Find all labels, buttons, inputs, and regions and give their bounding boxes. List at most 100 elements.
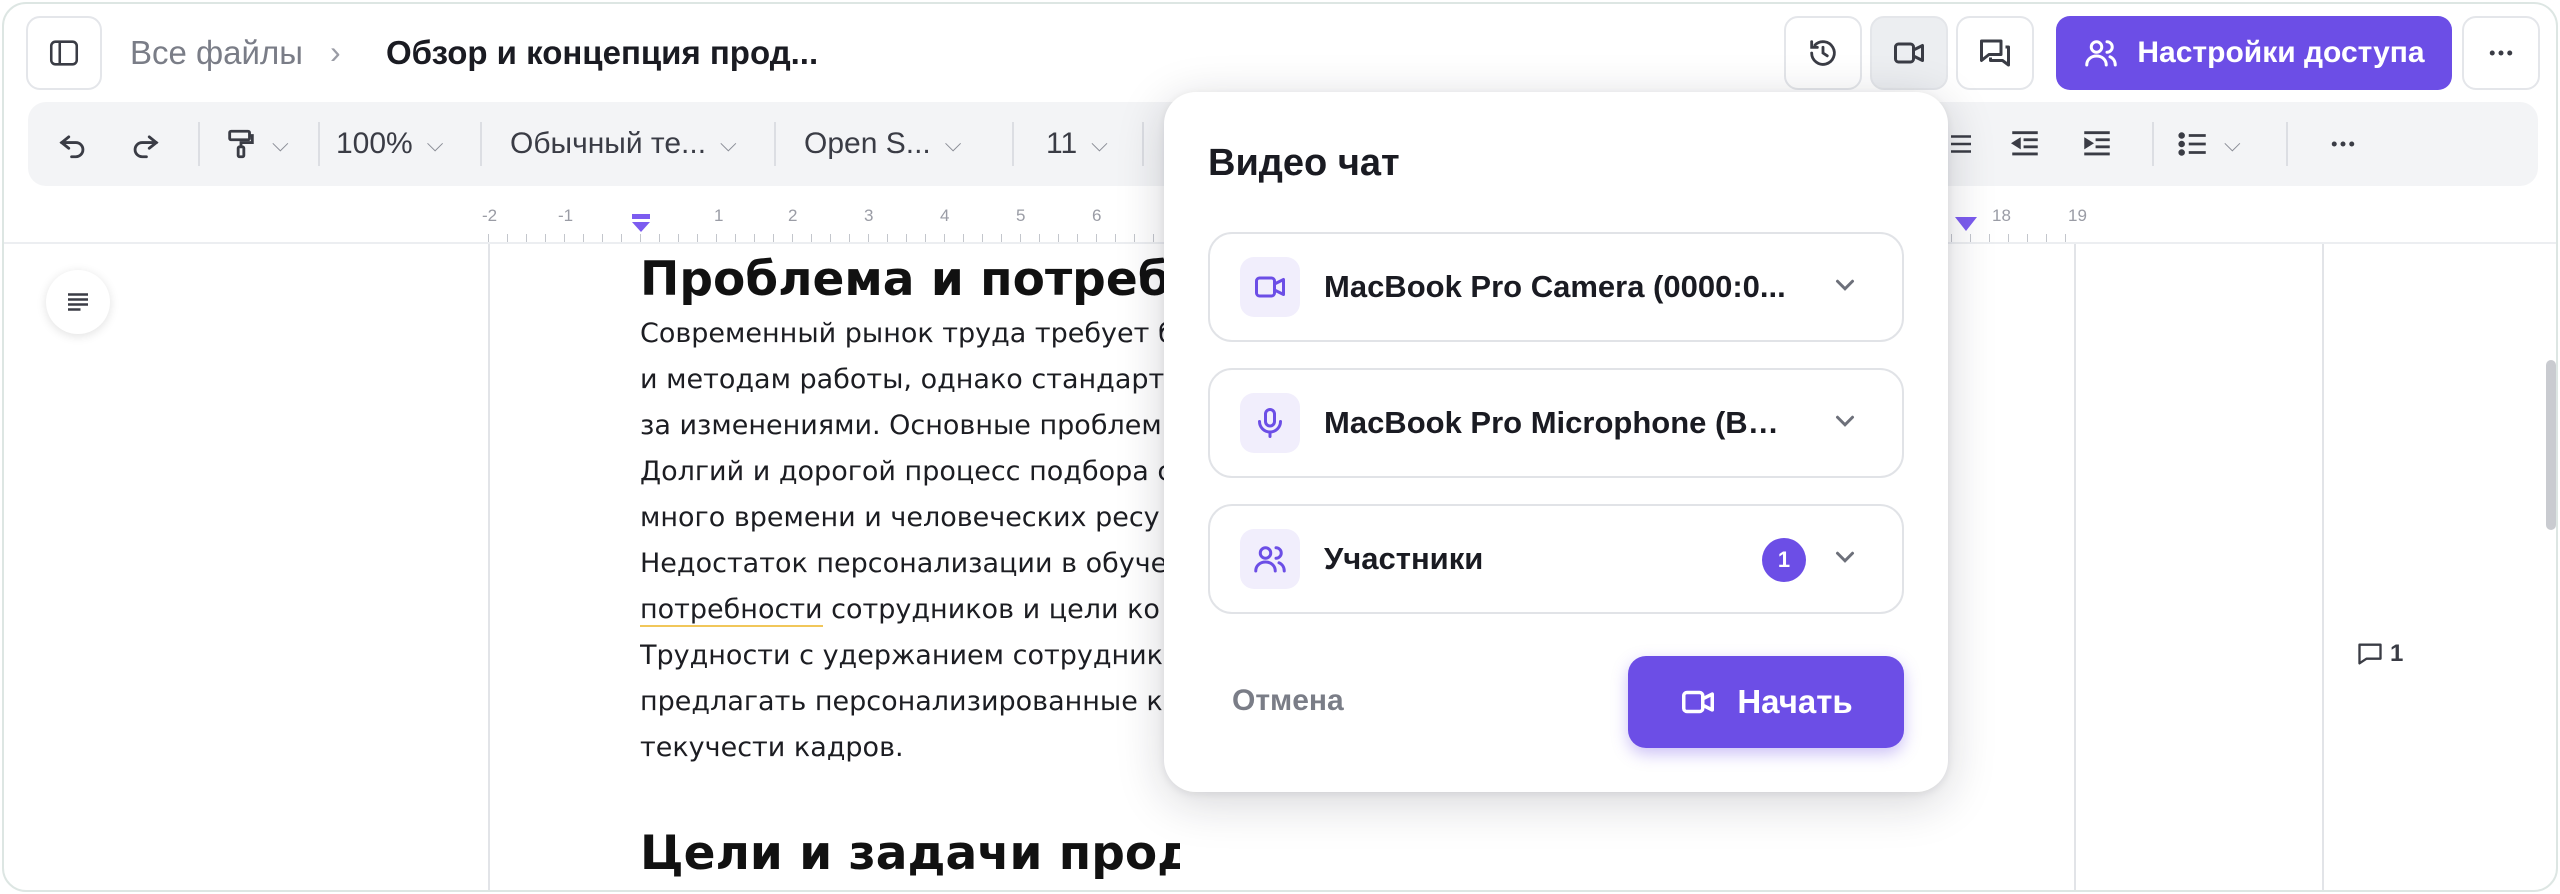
ruler-label: 3 — [864, 206, 874, 225]
ruler-tick — [716, 234, 717, 242]
ruler-tick — [2065, 234, 2066, 242]
heading-problem: Проблема и потребн — [640, 252, 1180, 307]
ruler-tick — [488, 234, 489, 242]
ruler-label: 5 — [1016, 206, 1026, 225]
ruler-tick — [621, 234, 622, 242]
breadcrumb-separator: › — [330, 34, 341, 70]
ruler-tick — [1001, 234, 1002, 242]
text-style-select[interactable]: Обычный те... ⌵ — [510, 102, 737, 186]
microphone-select-value: MacBook Pro Microphone (Buil... — [1324, 405, 1794, 440]
text-style-value: Обычный те... — [510, 127, 707, 160]
zoom-value: 100% — [336, 127, 413, 160]
ruler-tick — [1020, 234, 1021, 242]
comment-icon — [2358, 643, 2382, 665]
redo-button[interactable] — [128, 102, 162, 186]
comments-button[interactable] — [1956, 16, 2034, 90]
chevron-down-icon: ⌵ — [272, 131, 289, 156]
align-justify-button[interactable] — [1946, 102, 1976, 186]
font-size-select[interactable]: 11 ⌵ — [1046, 102, 1108, 186]
page-right-edge — [2074, 244, 2076, 890]
ruler-label: 19 — [2068, 206, 2087, 225]
camera-select-value: MacBook Pro Camera (0000:0... — [1324, 269, 1786, 304]
font-family-select[interactable]: Open S... ⌵ — [804, 102, 961, 186]
start-call-button[interactable]: Начать — [1628, 656, 1904, 748]
left-indent-marker-icon[interactable] — [630, 212, 652, 234]
toolbar-divider — [1142, 122, 1144, 166]
participants-select[interactable]: Участники 1 — [1208, 504, 1904, 614]
ruler-tick — [1989, 234, 1990, 242]
video-camera-icon — [1255, 276, 1285, 298]
paragraph-line: Долгий и дорогой процесс подбора с — [640, 456, 1173, 487]
outdent-button[interactable] — [2008, 102, 2042, 186]
outline-list-icon — [68, 293, 88, 311]
microphone-icon — [1258, 408, 1282, 438]
align-justify-icon — [1951, 135, 1971, 153]
ruler-label: 2 — [788, 206, 798, 225]
undo-icon — [59, 135, 85, 159]
toolbar-divider — [2286, 122, 2288, 166]
breadcrumb-all-files[interactable]: Все файлы — [130, 34, 303, 72]
popup-title: Видео чат — [1208, 142, 1400, 184]
bulleted-list-icon — [2178, 132, 2206, 156]
ruler-label: 18 — [1992, 206, 2011, 225]
ruler-tick — [773, 234, 774, 242]
commented-text[interactable]: потребности — [640, 594, 823, 627]
ruler-tick — [906, 234, 907, 242]
camera-select[interactable]: MacBook Pro Camera (0000:0... — [1208, 232, 1904, 342]
cancel-button[interactable]: Отмена — [1232, 684, 1344, 718]
ruler-tick — [1951, 234, 1952, 242]
comment-indicator[interactable]: 1 — [2356, 640, 2403, 668]
undo-button[interactable] — [56, 102, 90, 186]
video-camera-icon — [1682, 690, 1715, 714]
ruler-tick — [1058, 234, 1059, 242]
comments-gutter-edge — [2322, 244, 2324, 890]
ruler-tick — [1153, 234, 1154, 242]
format-painter-button[interactable]: ⌵ — [224, 102, 289, 186]
video-chat-button[interactable] — [1870, 16, 1948, 90]
vertical-scrollbar[interactable] — [2546, 360, 2556, 530]
list-style-select[interactable]: ⌵ — [2176, 102, 2241, 186]
ruler-tick — [507, 234, 508, 242]
history-button[interactable] — [1784, 16, 1862, 90]
document-title[interactable]: Обзор и концепция прод... — [386, 34, 818, 72]
document-outline-button[interactable] — [46, 270, 110, 334]
sidebar-icon — [49, 40, 79, 66]
more-options-button[interactable] — [2462, 16, 2540, 90]
font-family-value: Open S... — [804, 127, 931, 160]
ruler-tick — [678, 234, 679, 242]
paragraph-line: потребности сотрудников и цели ко — [640, 594, 1160, 627]
document-body[interactable]: Проблема и потребн Современный рынок тру… — [640, 244, 1180, 890]
paragraph-line: предлагать персонализированные к — [640, 686, 1163, 717]
ruler-tick — [754, 234, 755, 242]
access-settings-button[interactable]: Настройки доступа — [2056, 16, 2452, 90]
microphone-select[interactable]: MacBook Pro Microphone (Buil... — [1208, 368, 1904, 478]
toolbar-more-button[interactable] — [2328, 102, 2358, 186]
ruler-tick — [1970, 234, 1971, 242]
redo-icon — [133, 135, 159, 159]
ruler-tick — [849, 234, 850, 242]
paragraph-line: Недостаток персонализации в обуче — [640, 548, 1168, 579]
indent-button[interactable] — [2080, 102, 2114, 186]
ruler-label: 1 — [714, 206, 724, 225]
ruler-tick — [697, 234, 698, 242]
ruler-label: 4 — [940, 206, 950, 225]
toolbar-divider — [2152, 122, 2154, 166]
sidebar-toggle-button[interactable] — [26, 16, 102, 90]
ruler-tick — [735, 234, 736, 242]
ruler-tick — [868, 234, 869, 242]
ruler-tick — [792, 234, 793, 242]
chevron-down-icon: ⌵ — [720, 131, 737, 156]
ruler-tick — [526, 234, 527, 242]
more-horizontal-icon — [2331, 141, 2355, 147]
right-indent-marker-icon[interactable] — [1954, 216, 1978, 232]
zoom-select[interactable]: 100% ⌵ — [336, 102, 443, 186]
comments-icon — [1980, 39, 2010, 67]
chevron-down-icon — [1836, 551, 1854, 563]
paragraph-line-rest: сотрудников и цели ко — [822, 594, 1160, 625]
chevron-down-icon — [1836, 279, 1854, 291]
font-size-value: 11 — [1046, 127, 1078, 160]
comment-count: 1 — [2390, 640, 2404, 667]
ruler-tick — [564, 234, 565, 242]
ruler-tick — [1039, 234, 1040, 242]
ruler-label: -1 — [558, 206, 574, 225]
